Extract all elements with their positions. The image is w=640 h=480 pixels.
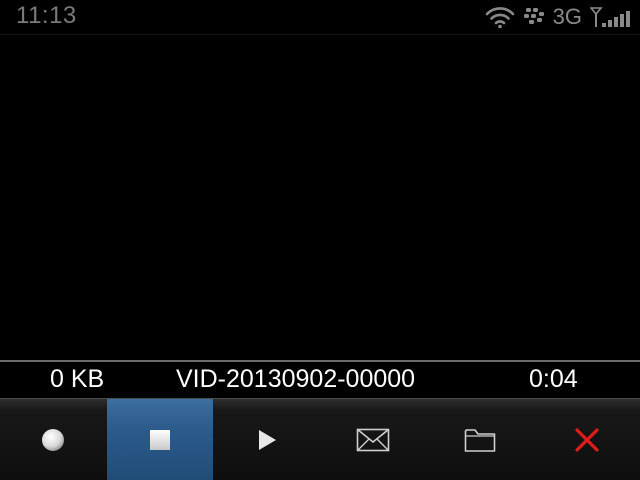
camera-viewfinder [0, 35, 640, 359]
signal-strength-icon [590, 5, 634, 29]
camera-toolbar [0, 398, 640, 480]
recording-info-bar: 0 KB VID-20130902-00000 0:04 [0, 360, 640, 398]
record-button[interactable] [0, 399, 107, 480]
browse-button[interactable] [427, 399, 534, 480]
record-icon [40, 427, 66, 453]
status-time: 11:13 [16, 2, 77, 29]
file-name: VID-20130902-00000 [176, 365, 416, 393]
stop-icon [149, 429, 171, 451]
envelope-icon [356, 428, 390, 452]
play-button[interactable] [213, 399, 320, 480]
status-indicators: 3G [485, 2, 634, 32]
stop-button[interactable] [106, 399, 214, 480]
close-icon [574, 427, 600, 453]
close-button[interactable] [533, 399, 640, 480]
send-button[interactable] [320, 399, 427, 480]
network-type-label: 3G [552, 4, 582, 29]
play-icon [256, 428, 278, 452]
blackberry-logo-icon [523, 7, 545, 27]
file-size: 0 KB [50, 365, 105, 393]
wifi-icon [485, 5, 515, 29]
folder-icon [464, 427, 496, 453]
recording-duration: 0:04 [529, 365, 578, 393]
status-bar: 11:13 3G [0, 0, 640, 35]
